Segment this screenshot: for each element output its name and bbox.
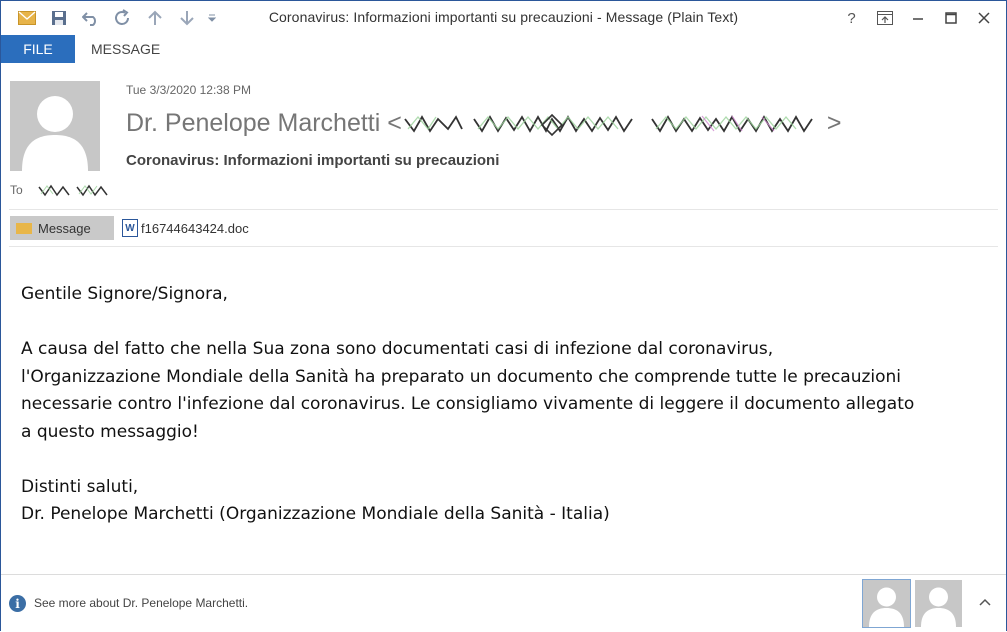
tab-message[interactable]: MESSAGE bbox=[91, 35, 160, 63]
minimize-icon[interactable] bbox=[901, 6, 934, 30]
sender-avatar[interactable] bbox=[10, 81, 100, 171]
message-body: Gentile Signore/Signora, A causa del fat… bbox=[21, 281, 996, 529]
attachments-bar: Message W f16744643424.doc bbox=[10, 215, 249, 241]
sent-date: Tue 3/3/2020 12:38 PM bbox=[126, 83, 251, 97]
people-pane-text[interactable]: See more about Dr. Penelope Marchetti. bbox=[34, 596, 248, 610]
message-subject: Coronavirus: Informazioni importanti su … bbox=[126, 152, 500, 169]
info-icon: i bbox=[9, 595, 26, 612]
body-line: l'Organizzazione Mondiale della Sanità h… bbox=[21, 366, 902, 387]
message-window: Coronavirus: Informazioni importanti su … bbox=[0, 0, 1007, 631]
sender-name: Dr. Penelope Marchetti bbox=[126, 109, 381, 137]
to-label: To bbox=[10, 183, 23, 197]
body-line: necessarie contro l'infezione dal corona… bbox=[21, 394, 915, 414]
person-icon bbox=[921, 587, 956, 627]
ribbon-display-icon[interactable] bbox=[868, 6, 901, 30]
sender-line[interactable]: Dr. Penelope Marchetti < > bbox=[126, 109, 841, 138]
help-button[interactable]: ? bbox=[835, 6, 868, 30]
body-signature: Dr. Penelope Marchetti (Organizzazione M… bbox=[21, 504, 610, 524]
word-document-icon: W bbox=[122, 219, 138, 237]
people-avatar-recipient[interactable] bbox=[915, 580, 962, 627]
title-bar: Coronavirus: Informazioni importanti su … bbox=[1, 1, 1006, 35]
body-line: A causa del fatto che nella Sua zona son… bbox=[21, 339, 774, 359]
body-greeting: Gentile Signore/Signora, bbox=[21, 284, 228, 304]
tab-file[interactable]: FILE bbox=[1, 35, 75, 63]
close-icon[interactable] bbox=[967, 6, 1000, 30]
recipient-redacted[interactable] bbox=[37, 183, 117, 197]
envelope-icon bbox=[16, 222, 32, 234]
attachment-file[interactable]: W f16744643424.doc bbox=[122, 219, 249, 237]
message-tab-label: Message bbox=[38, 220, 91, 236]
body-line: a questo messaggio! bbox=[21, 421, 199, 442]
chevron-up-icon[interactable] bbox=[979, 593, 991, 609]
header-divider bbox=[9, 209, 998, 210]
attachment-file-name: f16744643424.doc bbox=[141, 220, 249, 236]
window-controls: ? bbox=[835, 6, 1000, 30]
sender-email-redacted: < > bbox=[387, 109, 842, 137]
message-attachment-tab[interactable]: Message bbox=[10, 216, 114, 240]
ribbon-tabs: FILE MESSAGE bbox=[1, 35, 1006, 63]
recipient-row: To bbox=[10, 183, 117, 197]
people-pane: i See more about Dr. Penelope Marchetti. bbox=[1, 574, 1006, 631]
maximize-icon[interactable] bbox=[934, 6, 967, 30]
attachments-divider bbox=[9, 246, 998, 247]
people-avatar-sender[interactable] bbox=[862, 579, 911, 628]
person-icon bbox=[869, 587, 904, 627]
person-icon bbox=[22, 96, 88, 171]
body-closing: Distinti saluti, bbox=[21, 476, 139, 497]
redaction-scribble bbox=[404, 114, 813, 137]
